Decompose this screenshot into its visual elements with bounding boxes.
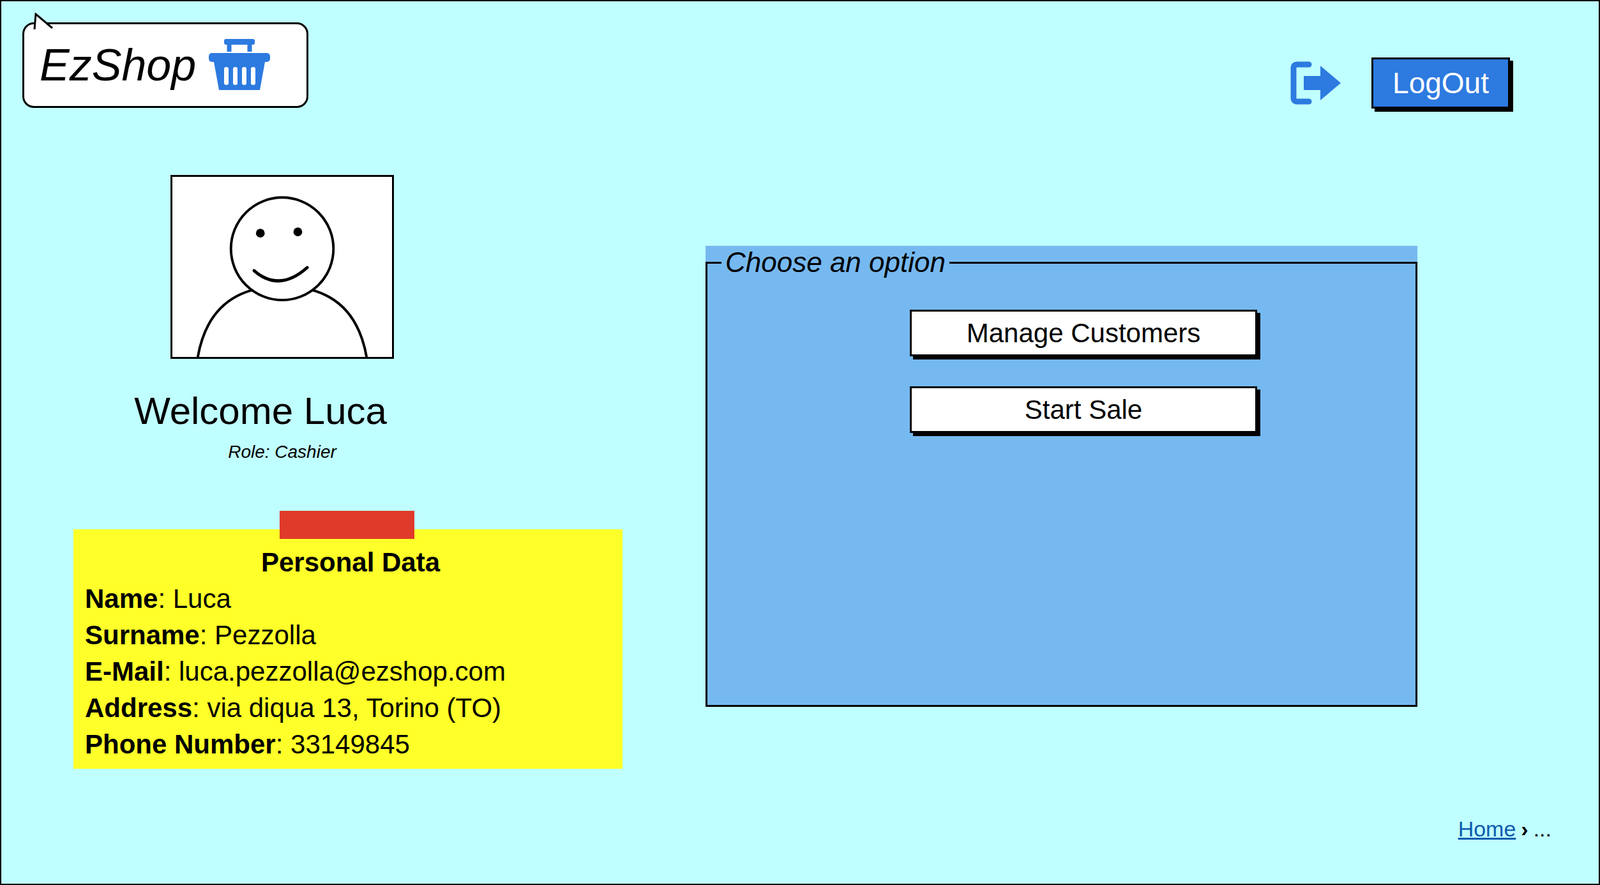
page: EzShop LogOut (0, 0, 1600, 885)
options-fieldset: Choose an option Manage Customers Start S… (705, 245, 1418, 707)
breadcrumb: Home›... (1458, 812, 1552, 846)
option-button[interactable]: Start Sale (909, 386, 1258, 433)
personal-data-row: Phone Number: 33149845 (84, 725, 617, 763)
breadcrumb-separator: › (1520, 812, 1528, 846)
personal-data-row: Address: via diqua 13, Torino (TO) (84, 689, 617, 726)
logo-text: EzShop (39, 42, 197, 88)
logo[interactable]: EzShop (22, 22, 309, 108)
options-legend: Choose an option (721, 245, 950, 280)
personal-data-row: Surname: Pezzolla (84, 616, 617, 654)
breadcrumb-item: ... (1533, 812, 1552, 846)
personal-data-row: E-Mail: luca.pezzolla@ezshop.com (84, 653, 617, 690)
field-value: : Luca (157, 583, 231, 614)
avatar (170, 174, 394, 359)
option-button[interactable]: Manage Customers (909, 309, 1258, 357)
field-value: : 33149845 (275, 729, 410, 760)
personal-data-note: Personal Data Name: LucaSurname: Pezzoll… (73, 529, 623, 769)
field-label: Surname (84, 619, 200, 650)
basket-icon (207, 37, 272, 93)
profile-header: Welcome Luca Role: Cashier (103, 174, 461, 466)
field-label: Phone Number (84, 729, 276, 760)
field-value: : Pezzolla (199, 619, 317, 650)
field-label: Address (84, 692, 193, 723)
logout-area: LogOut (1289, 57, 1510, 109)
option-buttons: Manage Customers Start Sale (707, 279, 1416, 433)
speech-tail-icon (33, 12, 59, 30)
field-label: Name (84, 583, 158, 614)
personal-data-fields: Name: LucaSurname: PezzollaE-Mail: luca.… (84, 580, 617, 763)
logout-icon[interactable] (1289, 60, 1344, 106)
welcome-text: Welcome Luca (134, 386, 387, 435)
breadcrumb-link[interactable]: Home (1458, 812, 1517, 846)
field-value: : luca.pezzolla@ezshop.com (164, 656, 506, 687)
profile-column: Welcome Luca Role: Cashier Personal Data… (73, 174, 624, 769)
field-label: E-Mail (84, 656, 165, 687)
tape (279, 510, 415, 539)
header: EzShop LogOut (1, 1, 1599, 109)
user-avatar-icon (172, 176, 393, 357)
main: Welcome Luca Role: Cashier Personal Data… (1, 108, 1599, 769)
role-text: Role: Cashier (227, 438, 337, 466)
options-panel: Choose an option Manage Customers Start S… (705, 245, 1418, 707)
personal-data-title: Personal Data (84, 544, 617, 581)
logout-button[interactable]: LogOut (1371, 57, 1510, 109)
personal-data-row: Name: Luca (84, 580, 617, 617)
field-value: : via diqua 13, Torino (TO) (192, 692, 502, 723)
